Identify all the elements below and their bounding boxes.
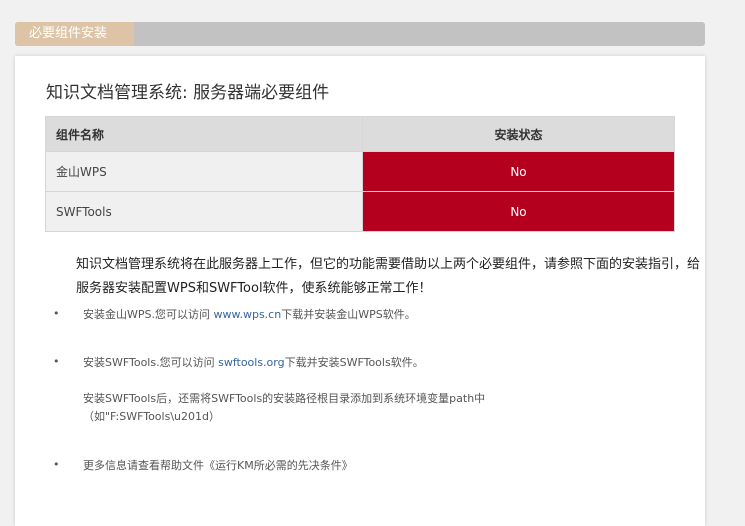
bullet-icon: • (53, 355, 60, 368)
note-line: （如"F:SWFTools\u201d） (83, 410, 220, 423)
components-table: 组件名称 安装状态 金山WPS No SWFTools No (45, 116, 675, 232)
page-title: 知识文档管理系统: 服务器端必要组件 (46, 83, 330, 103)
bullet-text: 下载并安装SWFTools软件。 (284, 356, 424, 369)
note-line: 安装SWFTools后，还需将SWFTools的安装路径根目录添加到系统环境变量… (83, 392, 486, 405)
bullet-text: 更多信息请查看帮助文件《运行KM所必需的先决条件》 (83, 459, 353, 472)
wps-link[interactable]: www.wps.cn (214, 308, 282, 321)
component-name: SWFTools (45, 191, 363, 232)
intro-text: 知识文档管理系统将在此服务器上工作，但它的功能需要借助以上两个必要组件，请参照下… (76, 257, 701, 296)
bullet-text: 安装金山WPS.您可以访问 (83, 308, 214, 321)
bullet-icon: • (53, 307, 60, 320)
bullet-text: 安装SWFTools.您可以访问 (83, 356, 219, 369)
path-note: 安装SWFTools后，还需将SWFTools的安装路径根目录添加到系统环境变量… (83, 390, 485, 426)
table-row: 金山WPS No (45, 151, 675, 192)
install-status: No (362, 151, 675, 192)
bullet-text: 下载并安装金山WPS软件。 (281, 308, 416, 321)
component-name: 金山WPS (45, 151, 363, 192)
column-header-status: 安装状态 (362, 116, 675, 152)
table-row: SWFTools No (45, 191, 675, 232)
section-tab[interactable]: 必要组件安装 (15, 22, 134, 46)
swftools-link[interactable]: swftools.org (218, 356, 285, 369)
content-panel: 知识文档管理系统: 服务器端必要组件 组件名称 安装状态 金山WPS No SW… (15, 56, 705, 526)
bullet-icon: • (53, 458, 60, 471)
column-header-name: 组件名称 (45, 116, 363, 152)
section-header-bar: 必要组件安装 (15, 22, 705, 46)
table-header-row: 组件名称 安装状态 (45, 116, 675, 152)
install-status: No (362, 191, 675, 232)
